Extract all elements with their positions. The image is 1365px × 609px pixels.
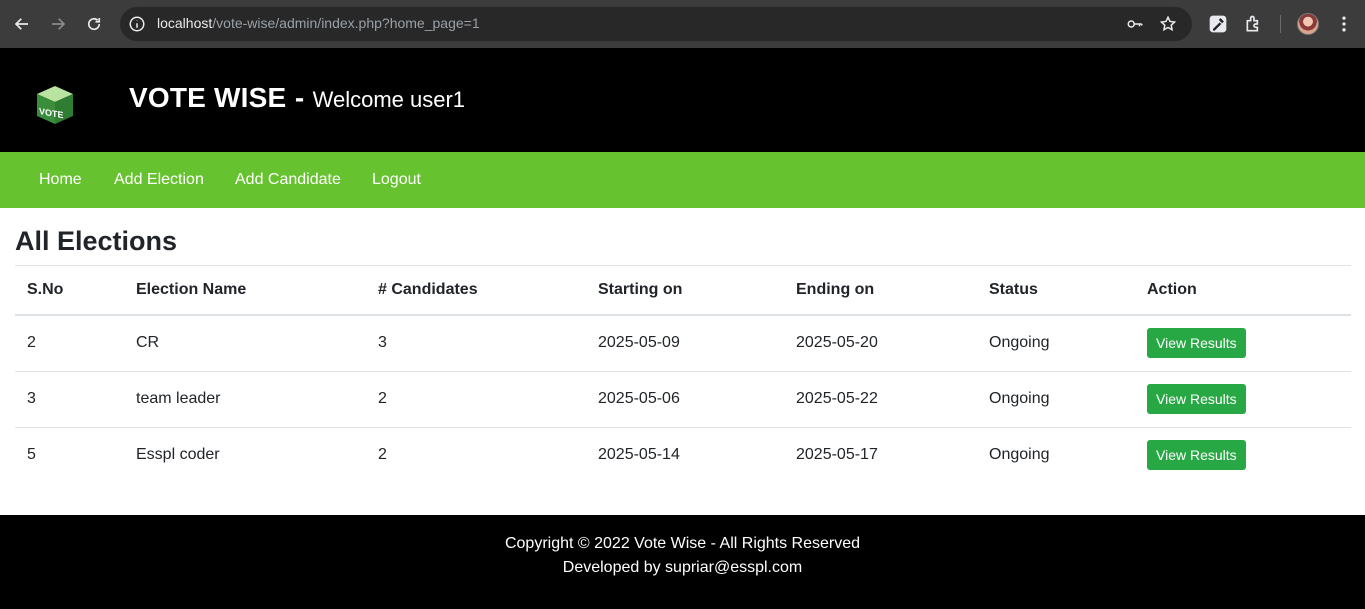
cell-status: Ongoing	[977, 371, 1135, 428]
nav-add-candidate[interactable]: Add Candidate	[235, 171, 341, 189]
header-candidates: # Candidates	[366, 266, 586, 316]
site-footer: Copyright © 2022 Vote Wise - All Rights …	[0, 515, 1365, 609]
site-info-icon[interactable]	[128, 15, 146, 33]
footer-copyright: Copyright © 2022 Vote Wise - All Rights …	[504, 535, 861, 552]
cell-election-name: CR	[124, 315, 366, 372]
view-results-button[interactable]: View Results	[1147, 440, 1246, 471]
table-header-row: S.No Election Name # Candidates Starting…	[15, 266, 1351, 316]
brand-name: VOTE WISE	[129, 82, 287, 113]
cell-candidates: 2	[366, 371, 586, 428]
cell-sno: 2	[15, 315, 124, 372]
more-menu-icon[interactable]	[1334, 14, 1354, 34]
cell-start-date: 2025-05-09	[586, 315, 784, 372]
cell-action: View Results	[1135, 371, 1351, 428]
header-status: Status	[977, 266, 1135, 316]
page-title: All Elections	[15, 226, 178, 256]
cell-end-date: 2025-05-20	[784, 315, 977, 372]
title-separator: -	[294, 82, 305, 113]
nav-add-election[interactable]: Add Election	[114, 171, 204, 189]
cell-status: Ongoing	[977, 315, 1135, 372]
header-election-name: Election Name	[124, 266, 366, 316]
address-bar[interactable]: localhost/vote-wise/admin/index.php?home…	[120, 7, 1192, 41]
key-icon[interactable]	[1126, 15, 1144, 33]
main-nav: Home Add Election Add Candidate Logout	[0, 152, 1365, 208]
cell-action: View Results	[1135, 315, 1351, 372]
bookmark-star-icon[interactable]	[1159, 15, 1177, 33]
cell-start-date: 2025-05-14	[598, 446, 680, 464]
site-title: VOTE WISE - Welcome user1	[129, 82, 465, 114]
welcome-text: Welcome user1	[312, 87, 466, 112]
cell-end-date: 2025-05-22	[784, 371, 977, 428]
header-sno: S.No	[15, 266, 124, 316]
cell-end-date: 2025-05-17	[796, 446, 878, 464]
cell-sno: 5	[27, 446, 36, 464]
header-ending-on: Ending on	[784, 266, 977, 316]
toolbar-divider	[1280, 15, 1281, 33]
nav-logout[interactable]: Logout	[372, 171, 421, 189]
view-results-button[interactable]: View Results	[1147, 384, 1246, 414]
cell-candidates: 2	[378, 446, 387, 464]
footer-developer: Developed by supriar@esspl.com	[562, 559, 803, 576]
cell-candidates: 3	[366, 315, 586, 372]
site-header: VOTE VOTE WISE - Welcome user1	[0, 48, 1365, 152]
browser-toolbar: localhost/vote-wise/admin/index.php?home…	[0, 0, 1365, 48]
table-row: 5 Esspl coder 2 2025-05-14 2025-05-17 On…	[15, 427, 1351, 483]
profile-avatar[interactable]	[1297, 13, 1319, 35]
cell-election-name: team leader	[124, 371, 366, 428]
table-row: 2 CR 3 2025-05-09 2025-05-20 Ongoing Vie…	[15, 315, 1351, 372]
table-row: 3 team leader 2 2025-05-06 2025-05-22 On…	[15, 371, 1351, 428]
cell-election-name: Esspl coder	[136, 446, 220, 464]
view-results-button[interactable]: View Results	[1147, 328, 1246, 359]
forward-icon[interactable]	[46, 12, 70, 36]
header-starting-on: Starting on	[586, 266, 784, 316]
eyedropper-icon[interactable]	[1208, 14, 1228, 34]
vote-logo: VOTE	[37, 86, 73, 124]
cell-sno: 3	[15, 371, 124, 428]
cell-start-date: 2025-05-06	[586, 371, 784, 428]
nav-home[interactable]: Home	[39, 171, 82, 189]
cell-status: Ongoing	[989, 446, 1050, 464]
reload-icon[interactable]	[82, 12, 106, 36]
elections-table: S.No Election Name # Candidates Starting…	[15, 266, 1351, 483]
extensions-icon[interactable]	[1244, 14, 1264, 34]
cell-action: View Results	[1135, 427, 1351, 483]
back-icon[interactable]	[10, 12, 34, 36]
url-text[interactable]: localhost/vote-wise/admin/index.php?home…	[157, 15, 480, 31]
header-action: Action	[1135, 266, 1351, 316]
